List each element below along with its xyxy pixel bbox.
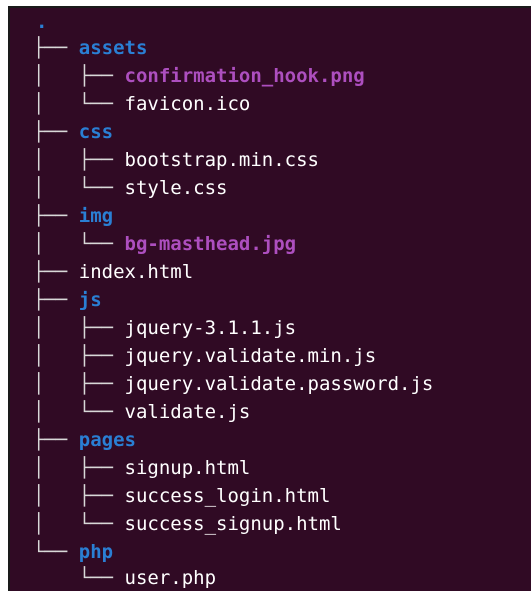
tree-branch: ├── [33, 121, 79, 143]
tree-branch: │ ├── [33, 457, 125, 479]
file-name: user.php [124, 567, 217, 589]
tree-branch: │ └── [33, 177, 125, 199]
tree-branch: │ └── [33, 513, 125, 535]
tree-row-dir: ├── img [33, 202, 113, 230]
directory-name: php [78, 541, 114, 563]
tree-branch: │ └── [33, 401, 125, 423]
file-name: style.css [124, 177, 228, 199]
directory-name: css [78, 121, 114, 143]
tree-row-file: │ ├── signup.html [33, 454, 250, 482]
tree-row-file: ├── index.html [33, 258, 193, 286]
directory-name: js [78, 289, 102, 311]
tree-branch: ├── [33, 205, 79, 227]
tree-row-file: │ ├── success_login.html [33, 482, 330, 510]
file-name: index.html [78, 261, 194, 283]
tree-branch: │ └── [33, 93, 125, 115]
tree-row-file: │ └── favicon.ico [33, 90, 250, 118]
file-name: jquery-3.1.1.js [124, 317, 297, 339]
terminal-window: . ├── assets │ ├── confirmation_hook.png… [8, 6, 531, 591]
tree-row-file: │ ├── jquery.validate.min.js [33, 342, 376, 370]
tree-row-file: └── user.php [33, 564, 216, 591]
tree-row-dir: ├── css [33, 118, 113, 146]
tree-root: . [36, 11, 48, 33]
file-name: success_signup.html [124, 513, 342, 535]
tree-row-file: │ └── success_signup.html [33, 510, 342, 538]
image-file-name: confirmation_hook.png [124, 65, 365, 87]
tree-branch: ├── [33, 37, 79, 59]
image-file-name: bg-masthead.jpg [124, 233, 297, 255]
tree-row-file: │ ├── bootstrap.min.css [33, 146, 319, 174]
tree-branch: │ ├── [33, 345, 125, 367]
tree-branch: │ ├── [33, 149, 125, 171]
file-name: success_login.html [124, 485, 331, 507]
tree-row-file: │ ├── jquery.validate.password.js [33, 370, 433, 398]
tree-branch: ├── [33, 289, 79, 311]
tree-row-file: │ └── bg-masthead.jpg [33, 230, 296, 258]
file-name: validate.js [124, 401, 251, 423]
tree-row-file: │ ├── jquery-3.1.1.js [33, 314, 296, 342]
file-name: favicon.ico [124, 93, 251, 115]
tree-branch: │ ├── [33, 485, 125, 507]
tree-row-dir: └── php [33, 538, 113, 566]
tree-branch: └── [33, 541, 79, 563]
file-name: jquery.validate.min.js [124, 345, 377, 367]
tree-branch: ├── [33, 261, 79, 283]
tree-branch: │ ├── [33, 65, 125, 87]
tree-branch: │ ├── [33, 317, 125, 339]
directory-name: assets [78, 37, 148, 59]
file-name: signup.html [124, 457, 251, 479]
tree-row-dir: ├── pages [33, 426, 136, 454]
tree-branch: │ └── [33, 233, 125, 255]
tree-row-file: │ └── validate.js [33, 398, 250, 426]
tree-branch: │ ├── [33, 373, 125, 395]
directory-name: pages [78, 429, 136, 451]
tree-row-dir: ├── js [33, 286, 102, 314]
tree-row-file: │ └── style.css [33, 174, 227, 202]
file-name: jquery.validate.password.js [124, 373, 434, 395]
tree-branch: └── [33, 567, 125, 589]
tree-row-dir: ├── assets [33, 34, 147, 62]
file-name: bootstrap.min.css [124, 149, 319, 171]
directory-name: img [78, 205, 114, 227]
tree-row-file: │ ├── confirmation_hook.png [33, 62, 365, 90]
tree-branch: ├── [33, 429, 79, 451]
